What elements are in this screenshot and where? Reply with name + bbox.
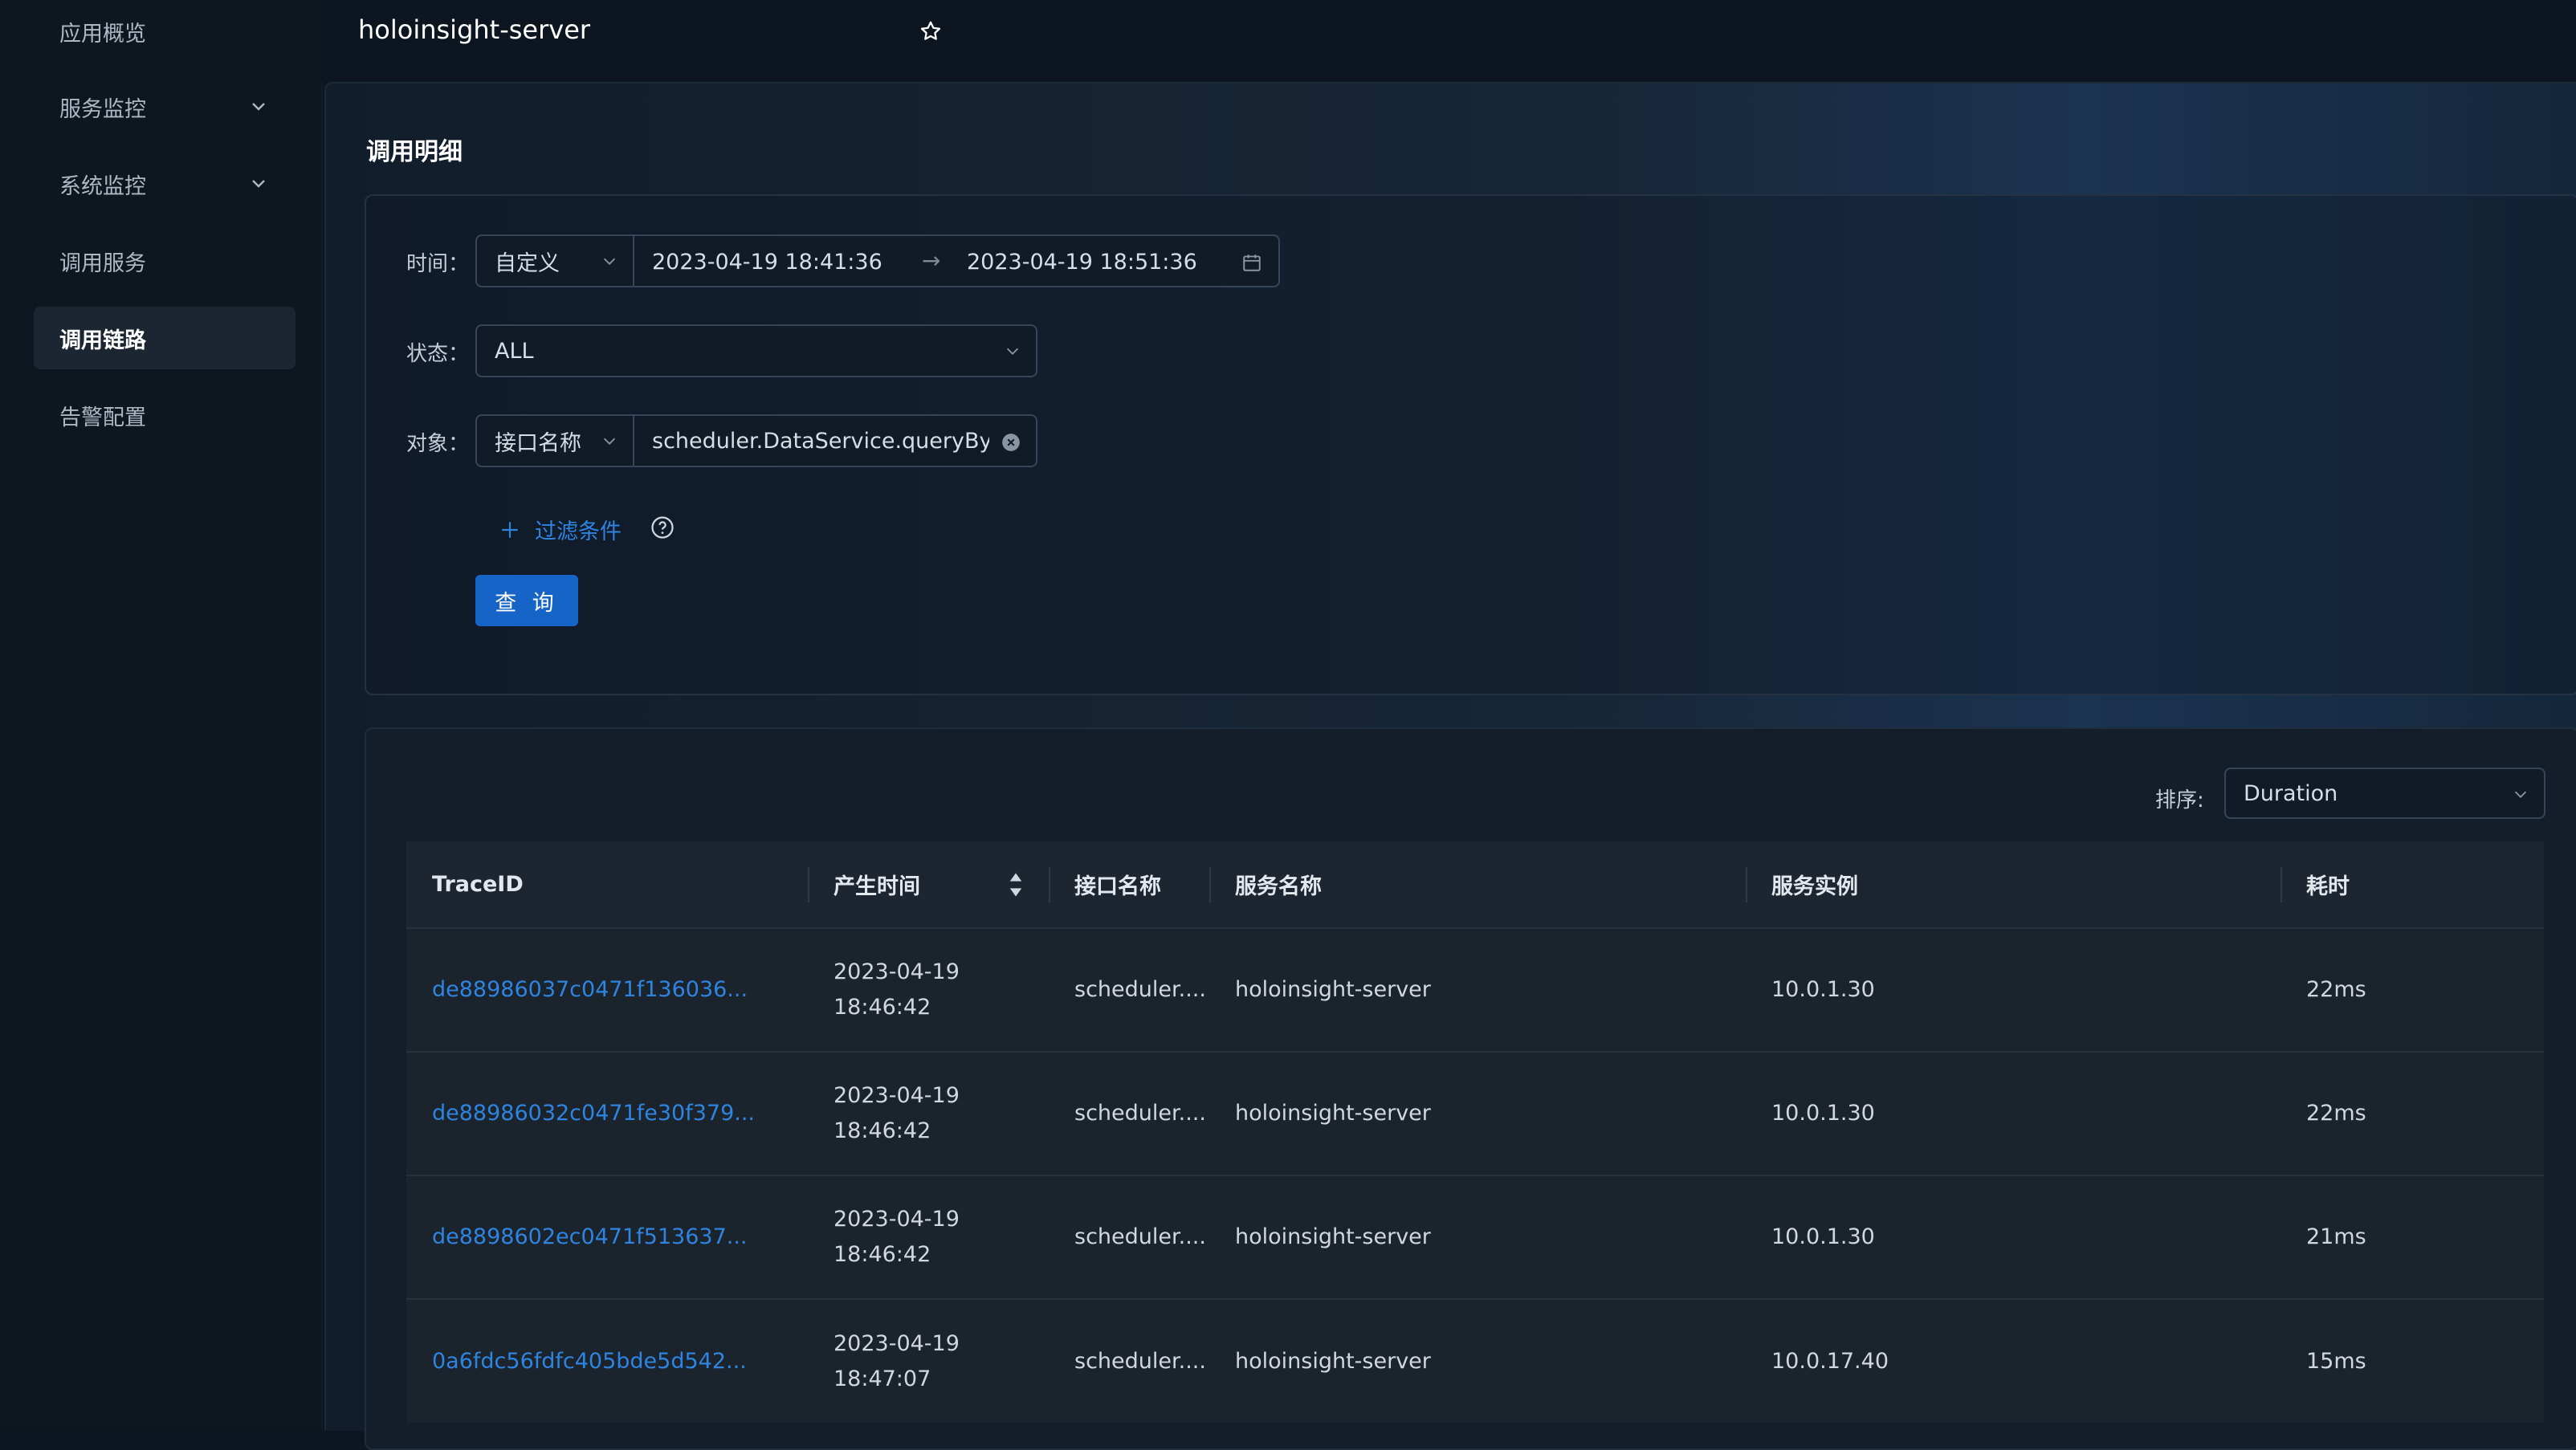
duration-cell: 21ms: [2306, 1224, 2366, 1249]
instance-cell: 10.0.1.30: [1771, 1224, 1875, 1249]
service-cell: holoinsight-server: [1235, 1224, 1431, 1249]
plus-icon: [502, 521, 518, 538]
app-title: holoinsight-server: [358, 14, 591, 45]
section-title: 调用明细: [366, 138, 463, 166]
help-icon[interactable]: [650, 515, 675, 540]
star-icon[interactable]: [919, 19, 943, 43]
object-value: scheduler.DataService.queryByE: [652, 428, 989, 454]
service-cell: holoinsight-server: [1235, 1348, 1431, 1374]
add-filter-button[interactable]: 过滤条件: [499, 514, 622, 545]
sidebar-item-label: 调用链路: [59, 328, 146, 353]
time-cell: 2023-04-19 18:47:07: [834, 1330, 960, 1391]
range-arrow: →: [922, 247, 941, 274]
table-header-row: TraceID 产生时间 接口名称 服务名称 服务实例 耗时: [406, 841, 2544, 928]
header: holoinsight-server: [321, 0, 2576, 82]
service-cell: holoinsight-server: [1235, 977, 1431, 1002]
time-cell: 2023-04-19 18:46:42: [834, 1083, 960, 1143]
duration-cell: 22ms: [2306, 977, 2366, 1002]
trace-id-link[interactable]: de88986037c0471f136036...: [432, 977, 748, 1002]
endpoint-cell: scheduler....: [1074, 1224, 1206, 1249]
time-mode-select[interactable]: 自定义: [475, 234, 634, 287]
sidebar-item-system-monitor[interactable]: 系统监控: [34, 153, 296, 215]
trace-id-link[interactable]: de8898602ec0471f513637...: [432, 1224, 748, 1249]
service-cell: holoinsight-server: [1235, 1101, 1431, 1126]
object-type-value: 接口名称: [495, 430, 581, 456]
table-row: de88986032c0471fe30f379... 2023-04-19 18:…: [406, 1052, 2544, 1175]
status-value: ALL: [495, 338, 534, 364]
chevron-down-icon: [603, 258, 616, 265]
table-row: 0a6fdc56fdfc405bde5d542... 2023-04-19 18:…: [406, 1299, 2544, 1423]
instance-cell: 10.0.1.30: [1771, 977, 1875, 1002]
time-cell: 2023-04-19 18:46:42: [834, 959, 960, 1020]
sidebar-item-label: 应用概览: [59, 21, 146, 47]
time-mode-value: 自定义: [495, 250, 560, 276]
sidebar-item-call-service[interactable]: 调用服务: [34, 230, 296, 292]
sidebar-item-label: 调用服务: [59, 250, 146, 276]
column-header-instance: 服务实例: [1746, 841, 2280, 928]
add-filter-label: 过滤条件: [535, 519, 622, 544]
trace-id-link[interactable]: de88986032c0471fe30f379...: [432, 1101, 755, 1126]
time-cell: 2023-04-19 18:46:42: [834, 1207, 960, 1267]
column-header-duration: 耗时: [2280, 841, 2544, 928]
endpoint-cell: scheduler....: [1074, 977, 1206, 1002]
trace-table: TraceID 产生时间 接口名称 服务名称 服务实例 耗时 de8898603…: [406, 841, 2544, 1423]
time-label: 时间：: [406, 252, 470, 276]
range-start[interactable]: 2023-04-19 18:41:36: [652, 250, 882, 275]
sidebar-item-service-monitor[interactable]: 服务监控: [34, 75, 296, 138]
clear-icon[interactable]: [1001, 432, 1021, 453]
chevron-down-icon: [252, 103, 265, 111]
result-card: 排序: Duration TraceID 产生时间 接口名称 服务名称 服务实例…: [365, 727, 2576, 1450]
chevron-down-icon: [603, 438, 616, 445]
chevron-down-icon: [2514, 791, 2527, 798]
column-header-time[interactable]: 产生时间: [808, 841, 1049, 928]
table-row: de88986037c0471f136036... 2023-04-19 18:4…: [406, 928, 2544, 1052]
sort-value: Duration: [2244, 780, 2338, 806]
sort-label: 排序:: [2155, 788, 2204, 813]
column-header-service: 服务名称: [1209, 841, 1746, 928]
sidebar-item-alert-config[interactable]: 告警配置: [34, 384, 296, 446]
endpoint-cell: scheduler....: [1074, 1348, 1206, 1374]
status-label: 状态：: [406, 342, 470, 366]
table-row: de8898602ec0471f513637... 2023-04-19 18:4…: [406, 1175, 2544, 1299]
object-value-input[interactable]: scheduler.DataService.queryByE: [633, 414, 1037, 467]
trace-id-link[interactable]: 0a6fdc56fdfc405bde5d542...: [432, 1349, 747, 1374]
object-label: 对象：: [406, 432, 470, 456]
query-button[interactable]: 查 询: [475, 575, 578, 626]
sidebar-item-call-trace[interactable]: 调用链路: [34, 307, 296, 369]
duration-cell: 22ms: [2306, 1101, 2366, 1126]
duration-cell: 15ms: [2306, 1348, 2366, 1374]
chevron-down-icon: [1006, 348, 1019, 355]
page: 应用概览 服务监控 系统监控 调用服务 调用链路 告警配置 holoinsigh…: [0, 0, 2576, 1450]
sidebar: 应用概览 服务监控 系统监控 调用服务 调用链路 告警配置: [0, 0, 323, 1429]
sidebar-item-label: 服务监控: [59, 96, 146, 122]
filter-card: 时间： 自定义 2023-04-19 18:41:36 → 2023-04-19…: [365, 194, 2576, 695]
sort-icon[interactable]: [1009, 872, 1023, 898]
sort-select[interactable]: Duration: [2224, 768, 2545, 819]
instance-cell: 10.0.17.40: [1771, 1348, 1889, 1374]
object-type-select[interactable]: 接口名称: [475, 414, 634, 467]
main-panel: 调用明细 时间： 自定义 2023-04-19 18:41:36 → 2023-…: [324, 82, 2576, 1450]
column-header-endpoint: 接口名称: [1049, 841, 1209, 928]
status-select[interactable]: ALL: [475, 324, 1037, 377]
date-range-picker[interactable]: 2023-04-19 18:41:36 → 2023-04-19 18:51:3…: [633, 234, 1280, 287]
sidebar-item-label: 告警配置: [59, 405, 146, 430]
chevron-down-icon: [252, 180, 265, 188]
range-end[interactable]: 2023-04-19 18:51:36: [967, 250, 1197, 275]
endpoint-cell: scheduler....: [1074, 1101, 1206, 1126]
sidebar-item-label: 系统监控: [59, 173, 146, 199]
calendar-icon: [1243, 255, 1261, 271]
sidebar-item-app-overview[interactable]: 应用概览: [34, 0, 296, 63]
instance-cell: 10.0.1.30: [1771, 1101, 1875, 1126]
column-header-traceid: TraceID: [432, 872, 524, 897]
